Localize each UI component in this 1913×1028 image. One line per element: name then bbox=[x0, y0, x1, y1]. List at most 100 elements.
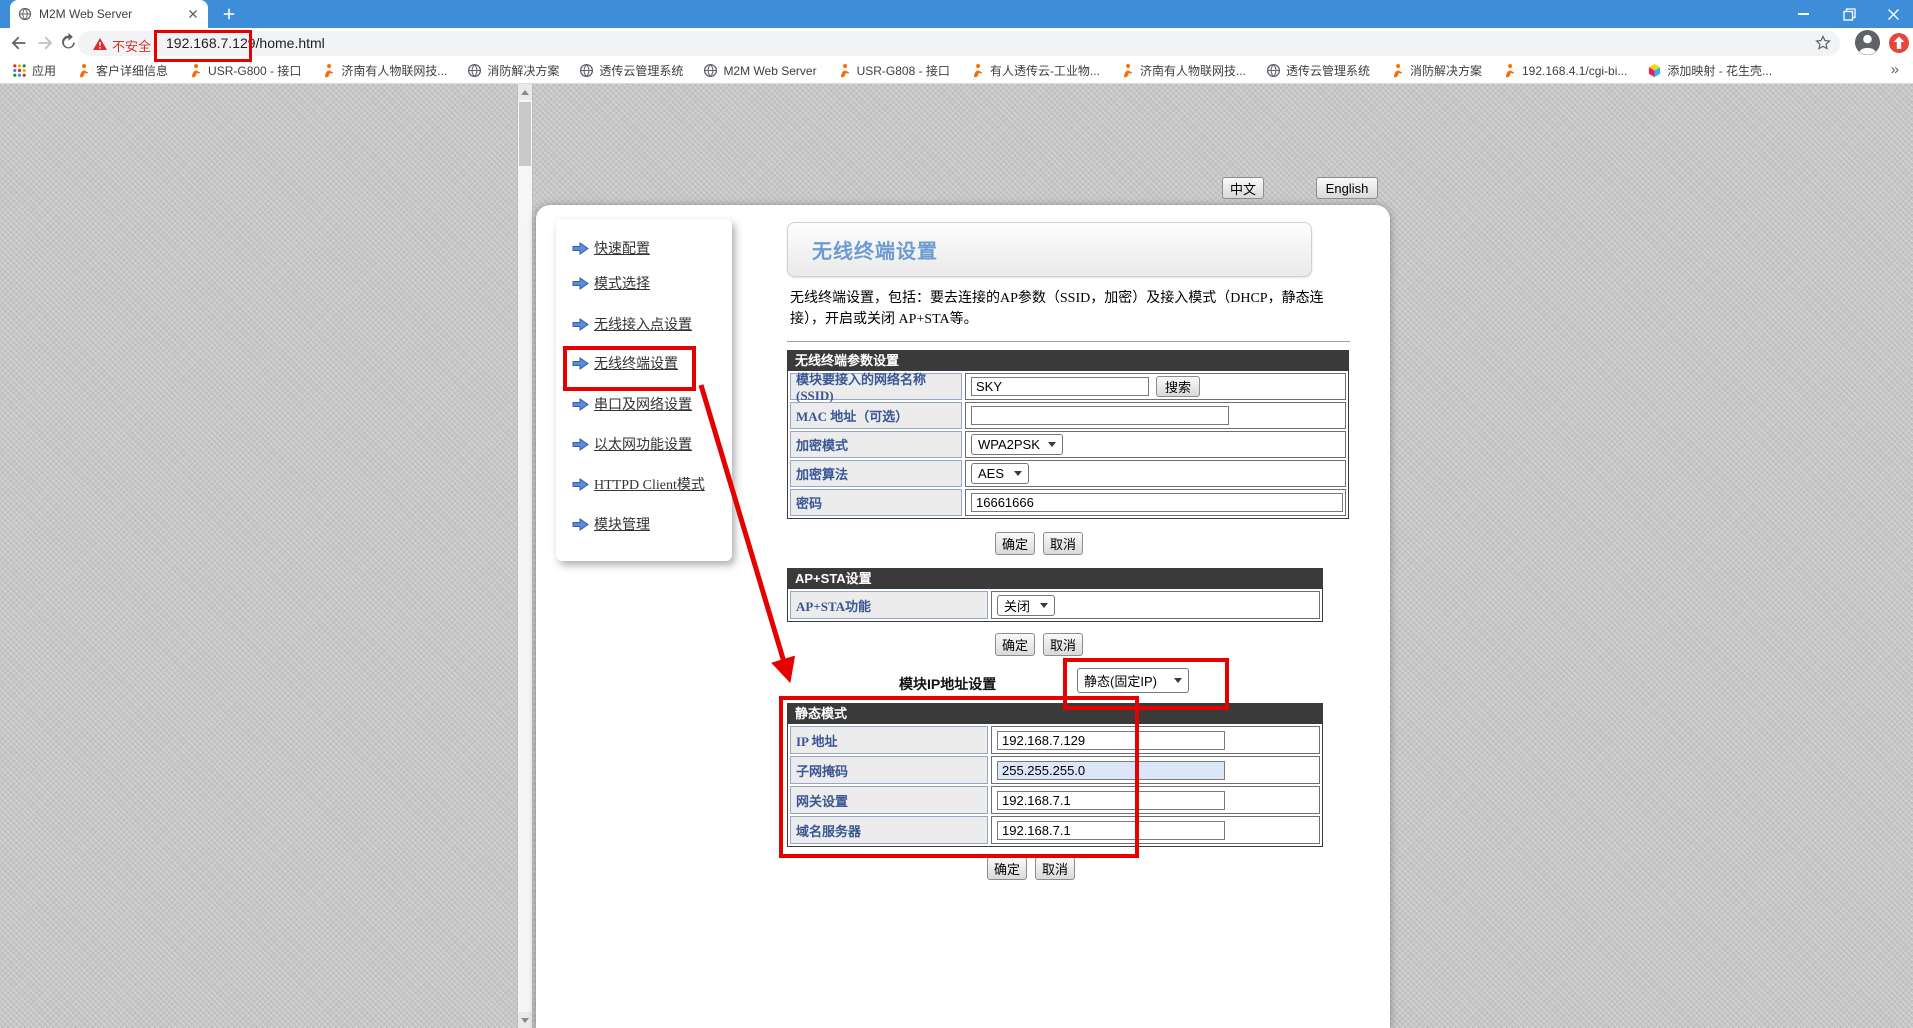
subnet-mask-input[interactable] bbox=[997, 761, 1225, 780]
tab-close-icon[interactable] bbox=[186, 7, 200, 21]
table-row: 模块要接入的网络名称(SSID) 搜索 bbox=[790, 373, 1346, 400]
page-description: 无线终端设置，包括：要去连接的AP参数（SSID，加密）及接入模式（DHCP，静… bbox=[790, 288, 1356, 330]
ok-button[interactable]: 确定 bbox=[995, 633, 1035, 656]
extension-update-icon[interactable] bbox=[1888, 32, 1910, 54]
not-secure-label[interactable]: 不安全 bbox=[112, 36, 151, 55]
scrollbar-thumb[interactable] bbox=[519, 102, 531, 166]
cancel-button[interactable]: 取消 bbox=[1043, 532, 1083, 555]
wireless-params-header: 无线终端参数设置 bbox=[788, 351, 1348, 371]
person-icon bbox=[1120, 63, 1135, 78]
bookmark-item[interactable]: 济南有人物联网技... bbox=[1120, 62, 1246, 79]
omnibox-divider bbox=[154, 35, 155, 52]
profile-avatar[interactable] bbox=[1854, 29, 1881, 56]
chevron-down-icon bbox=[1174, 678, 1182, 683]
forward-icon[interactable] bbox=[34, 32, 56, 54]
sidebar-item-ethernet[interactable]: 以太网功能设置 bbox=[572, 434, 692, 454]
bookmark-star-icon[interactable] bbox=[1814, 34, 1832, 52]
scrollbar-up-arrow[interactable] bbox=[518, 84, 532, 100]
gateway-input[interactable] bbox=[997, 791, 1225, 810]
lang-chinese-button[interactable]: 中文 bbox=[1222, 177, 1264, 199]
person-icon bbox=[76, 63, 91, 78]
person-icon bbox=[188, 63, 203, 78]
tab-favicon-globe-icon bbox=[18, 7, 32, 21]
static-mode-header: 静态模式 bbox=[788, 704, 1322, 724]
frame-scrollbar[interactable] bbox=[517, 84, 533, 1028]
back-icon[interactable] bbox=[8, 32, 30, 54]
sidebar-menu bbox=[556, 219, 732, 561]
divider bbox=[787, 341, 1350, 342]
search-button[interactable]: 搜索 bbox=[1156, 376, 1200, 397]
browser-tab[interactable]: M2M Web Server bbox=[10, 0, 208, 28]
bookmark-item[interactable]: USR-G808 - 接口 bbox=[837, 62, 950, 79]
scrollbar-down-arrow[interactable] bbox=[518, 1012, 532, 1028]
address-bar[interactable]: 不安全 192.168.7.129/home.html bbox=[78, 31, 1840, 56]
person-icon bbox=[837, 63, 852, 78]
ok-button[interactable]: 确定 bbox=[987, 857, 1027, 880]
menu-arrow-icon bbox=[572, 318, 589, 331]
table-row: 子网掩码 bbox=[790, 756, 1320, 784]
bookmarks-overflow-chevron[interactable]: » bbox=[1891, 61, 1899, 78]
bookmark-item[interactable]: 济南有人物联网技... bbox=[321, 62, 447, 79]
bookmark-item[interactable]: 客户详细信息 bbox=[76, 62, 168, 79]
table-row: AP+STA功能 关闭 bbox=[790, 591, 1320, 619]
globe-icon bbox=[703, 63, 718, 78]
bookmark-item[interactable]: 添加映射 - 花生壳... bbox=[1647, 62, 1772, 79]
not-secure-warning-icon bbox=[92, 37, 108, 51]
browser-window: M2M Web Server 不安全 192.168.7.129/home.ht… bbox=[0, 0, 1913, 1028]
sidebar-item-mode-select[interactable]: 模式选择 bbox=[572, 273, 650, 293]
table-row: IP 地址 bbox=[790, 726, 1320, 754]
cancel-button[interactable]: 取消 bbox=[1035, 857, 1075, 880]
sidebar-item-serial-network[interactable]: 串口及网络设置 bbox=[572, 394, 692, 414]
ip-address-input[interactable] bbox=[997, 731, 1225, 750]
person-icon bbox=[1502, 63, 1517, 78]
bookmark-item[interactable]: 透传云管理系统 bbox=[1266, 62, 1370, 79]
encryption-algorithm-select[interactable]: AES bbox=[971, 463, 1029, 484]
sidebar-item-ap-settings[interactable]: 无线接入点设置 bbox=[572, 314, 692, 334]
restore-button[interactable] bbox=[1829, 0, 1869, 28]
close-window-button[interactable] bbox=[1873, 0, 1913, 28]
sidebar-item-module-management[interactable]: 模块管理 bbox=[572, 514, 650, 534]
title-bar: M2M Web Server bbox=[0, 0, 1913, 28]
lang-english-button[interactable]: English bbox=[1316, 177, 1378, 199]
url-text[interactable]: 192.168.7.129/home.html bbox=[166, 35, 325, 51]
ip-mode-select[interactable]: 静态(固定IP) bbox=[1077, 668, 1189, 693]
chevron-down-icon bbox=[1040, 603, 1048, 608]
table-row: 网关设置 bbox=[790, 786, 1320, 814]
table-row: 加密模式 WPA2PSK bbox=[790, 431, 1346, 458]
sidebar-item-quick-config[interactable]: 快速配置 bbox=[572, 238, 650, 258]
tab-title: M2M Web Server bbox=[39, 7, 179, 21]
globe-icon bbox=[1266, 63, 1281, 78]
bookmark-item[interactable]: USR-G800 - 接口 bbox=[188, 62, 301, 79]
apsta-function-select[interactable]: 关闭 bbox=[997, 595, 1055, 616]
bookmark-item[interactable]: 192.168.4.1/cgi-bi... bbox=[1502, 63, 1627, 78]
cancel-button[interactable]: 取消 bbox=[1043, 633, 1083, 656]
ssid-input[interactable] bbox=[971, 377, 1149, 396]
menu-arrow-icon bbox=[572, 478, 589, 491]
bookmark-item[interactable]: 消防解决方案 bbox=[467, 62, 559, 79]
new-tab-button[interactable] bbox=[222, 7, 236, 21]
sidebar-item-httpd-client[interactable]: HTTPD Client模式 bbox=[572, 474, 705, 494]
table-row: 域名服务器 bbox=[790, 816, 1320, 844]
reload-icon[interactable] bbox=[58, 32, 79, 53]
bookmark-item[interactable]: M2M Web Server bbox=[703, 63, 816, 78]
table-row: 加密算法 AES bbox=[790, 460, 1346, 487]
person-icon bbox=[1390, 63, 1405, 78]
globe-icon bbox=[579, 63, 594, 78]
password-input[interactable] bbox=[971, 493, 1343, 512]
dns-input[interactable] bbox=[997, 821, 1225, 840]
apps-grid-icon bbox=[12, 63, 27, 78]
bookmark-item[interactable]: 消防解决方案 bbox=[1390, 62, 1482, 79]
bookmark-apps[interactable]: 应用 bbox=[12, 62, 56, 79]
menu-arrow-icon bbox=[572, 277, 589, 290]
bookmarks-bar: 应用 客户详细信息 USR-G800 - 接口 济南有人物联网技... 消防解决… bbox=[0, 58, 1913, 84]
bookmark-item[interactable]: 透传云管理系统 bbox=[579, 62, 683, 79]
encryption-mode-select[interactable]: WPA2PSK bbox=[971, 434, 1063, 455]
bookmark-item[interactable]: 有人透传云-工业物... bbox=[970, 62, 1100, 79]
mac-input[interactable] bbox=[971, 406, 1229, 425]
ok-button[interactable]: 确定 bbox=[995, 532, 1035, 555]
sidebar-item-sta-settings[interactable]: 无线终端设置 bbox=[572, 353, 678, 373]
menu-arrow-icon bbox=[572, 438, 589, 451]
minimize-button[interactable] bbox=[1783, 0, 1823, 28]
menu-arrow-icon bbox=[572, 398, 589, 411]
menu-arrow-icon bbox=[572, 357, 589, 370]
